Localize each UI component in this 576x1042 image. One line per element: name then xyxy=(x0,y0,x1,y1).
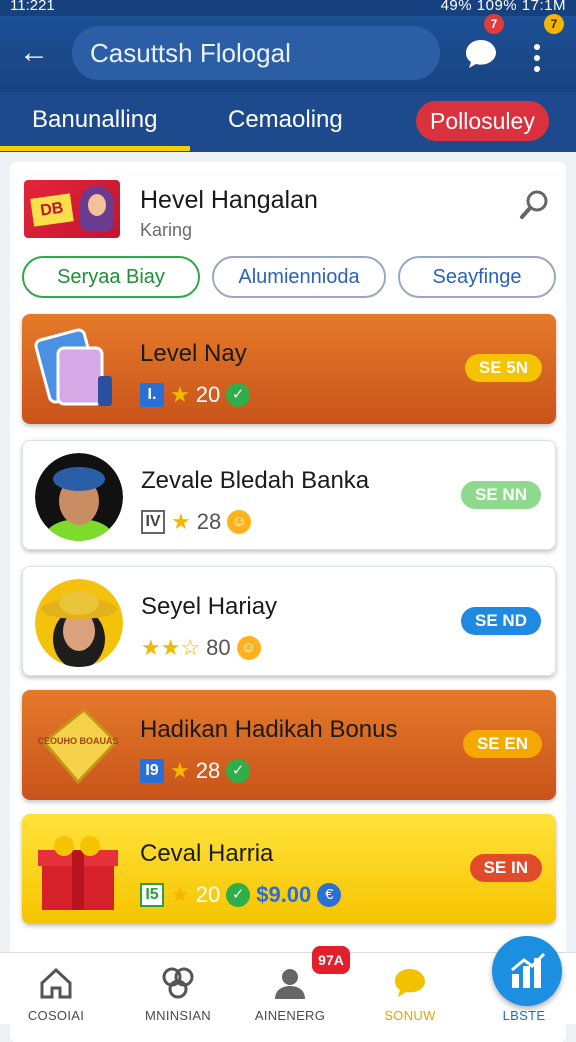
header-image-tag: DB xyxy=(30,193,74,227)
tab-cemaoling[interactable]: Cemaoling xyxy=(228,92,343,152)
status-bar: 11:221 49% 109% 17:1M xyxy=(0,0,576,16)
star-icon: ★★☆ xyxy=(141,635,201,660)
star-icon: ★ xyxy=(171,509,191,534)
tab-pollosuley[interactable]: Pollosuley xyxy=(416,101,549,141)
search-icon[interactable] xyxy=(518,188,552,222)
item-name: Seyel Hariay xyxy=(141,593,278,620)
smile-coin-icon: ☺ xyxy=(236,636,261,660)
item-name: Level Nay xyxy=(140,340,247,367)
check-coin-icon: ✓ xyxy=(226,759,251,783)
search-input[interactable]: Casuttsh Flologal xyxy=(72,26,440,80)
more-menu-icon[interactable] xyxy=(533,44,541,74)
bottom-nav: COSOIAI MNINSIAN AINENERG SONUW LBSTE xyxy=(0,952,576,1024)
chart-icon xyxy=(511,952,546,988)
list-item[interactable]: Ceval Harria I5 ★ 20 ✓ $9.00 € SE IN xyxy=(22,814,556,924)
filter-chip-2[interactable]: Alumiennioda xyxy=(212,256,386,298)
smile-coin-icon: ☺ xyxy=(227,510,252,534)
tab-bar: Banunalling Cemaoling Pollosuley xyxy=(0,92,576,152)
nav-item-sonuw[interactable]: SONUW xyxy=(350,953,470,1025)
menu-badge: 7 xyxy=(544,14,564,34)
avatar xyxy=(35,579,123,667)
level-badge: I. xyxy=(140,383,164,407)
tag-coin-icon: € xyxy=(317,883,342,907)
list-item[interactable]: Level Nay I. ★ 20 ✓ SE 5N xyxy=(22,314,556,424)
item-meta: I9 ★ 28 ✓ xyxy=(140,758,251,784)
star-icon: ★ xyxy=(170,882,190,907)
nav-notification-badge: 97A xyxy=(312,946,350,974)
nav-label: AINENERG xyxy=(254,1008,326,1023)
item-meta: ★★☆ 80 ☺ xyxy=(141,635,261,661)
send-button[interactable]: SE IN xyxy=(469,854,542,882)
chat-bubble-icon[interactable] xyxy=(464,38,498,70)
check-coin-icon: ✓ xyxy=(226,383,251,407)
list-item[interactable]: Zevale Bledah Banka IV ★ 28 ☺ SE NN xyxy=(22,440,556,550)
page-subtitle: Karing xyxy=(140,220,193,240)
bonus-ticket-icon: CEOUHO BOAUAS xyxy=(37,707,119,785)
status-indicators: 49% 109% 17:1M xyxy=(440,0,566,14)
level-badge: IV xyxy=(141,510,165,534)
points-value: 20 xyxy=(195,382,221,407)
status-time: 11:221 xyxy=(10,0,55,14)
back-arrow-icon[interactable]: ← xyxy=(16,36,52,72)
points-value: 20 xyxy=(195,882,221,907)
nav-label: LBSTE xyxy=(502,1008,546,1023)
page-title: Hevel Hangalan xyxy=(140,186,318,214)
send-button[interactable]: SE NN xyxy=(461,481,541,509)
send-button[interactable]: SE ND xyxy=(461,607,541,635)
item-meta: IV ★ 28 ☺ xyxy=(141,509,252,535)
points-value: 80 xyxy=(206,635,231,660)
tablet-game-icon xyxy=(34,328,112,406)
tab-banunalling[interactable]: Banunalling xyxy=(32,92,157,152)
nav-label: SONUW xyxy=(384,1008,436,1023)
points-value: 28 xyxy=(196,509,222,534)
star-icon: ★ xyxy=(170,758,190,783)
user-icon xyxy=(275,969,305,999)
chat-badge: 7 xyxy=(484,14,504,34)
send-button[interactable]: SE EN xyxy=(462,730,542,758)
level-badge: I9 xyxy=(140,759,164,783)
active-tab-indicator xyxy=(0,146,190,151)
home-icon xyxy=(40,967,72,999)
list-item[interactable]: CEOUHO BOAUAS Hadikan Hadikah Bonus I9 ★… xyxy=(22,690,556,800)
header-image: DB xyxy=(24,180,120,238)
avatar xyxy=(35,453,123,541)
item-name: Ceval Harria xyxy=(140,840,274,867)
nav-label: COSOIAI xyxy=(27,1008,85,1023)
nav-label: MNINSIAN xyxy=(145,1008,211,1023)
item-name: Zevale Bledah Banka xyxy=(141,467,370,494)
money-value: $9.00 xyxy=(256,882,312,907)
knot-icon xyxy=(162,967,194,999)
nav-item-home[interactable]: COSOIAI xyxy=(0,953,116,1025)
item-meta: I. ★ 20 ✓ xyxy=(140,382,251,408)
check-coin-icon: ✓ xyxy=(226,883,251,907)
nav-item-mninsian[interactable]: MNINSIAN xyxy=(118,953,238,1025)
points-value: 28 xyxy=(195,758,221,783)
filter-chip-3[interactable]: Seayfinge xyxy=(398,256,556,298)
gift-box-icon xyxy=(38,836,118,910)
star-icon: ★ xyxy=(170,382,190,407)
item-name: Hadikan Hadikah Bonus xyxy=(140,716,398,743)
level-badge: I5 xyxy=(140,883,164,907)
chat-icon xyxy=(395,969,425,997)
bonus-ticket-text: CEOUHO BOAUAS xyxy=(37,736,118,746)
send-button[interactable]: SE 5N xyxy=(464,354,542,382)
stats-fab-button[interactable] xyxy=(492,936,562,1006)
list-item[interactable]: Seyel Hariay ★★☆ 80 ☺ SE ND xyxy=(22,566,556,676)
item-meta: I5 ★ 20 ✓ $9.00 € xyxy=(140,882,342,908)
filter-chip-1[interactable]: Seryaa Biay xyxy=(22,256,200,298)
